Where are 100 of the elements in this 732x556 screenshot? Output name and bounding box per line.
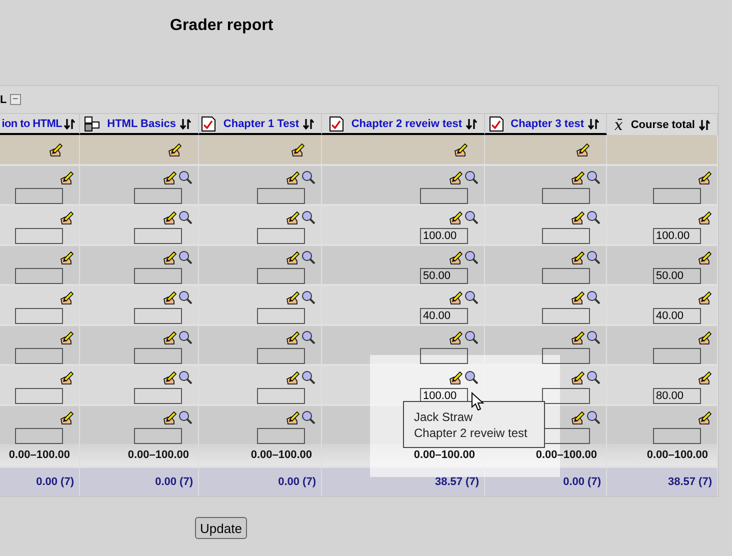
search-icon[interactable] <box>586 330 601 345</box>
search-icon[interactable] <box>301 330 316 345</box>
grade-field[interactable] <box>134 188 182 204</box>
search-icon[interactable] <box>301 290 316 305</box>
grade-field[interactable] <box>257 388 305 404</box>
grade-field[interactable] <box>257 428 305 444</box>
grade-field[interactable] <box>15 388 63 404</box>
edit-icon[interactable] <box>570 410 585 425</box>
search-icon[interactable] <box>301 250 316 265</box>
edit-icon[interactable] <box>59 370 74 385</box>
edit-icon[interactable] <box>697 210 712 225</box>
grade-field[interactable]: 40.00 <box>653 308 701 324</box>
edit-icon[interactable] <box>570 290 585 305</box>
search-icon[interactable] <box>464 170 479 185</box>
update-button[interactable]: Update <box>195 517 247 539</box>
grade-field[interactable] <box>134 388 182 404</box>
grade-field[interactable] <box>420 188 468 204</box>
edit-icon[interactable] <box>697 370 712 385</box>
edit-icon[interactable] <box>285 410 300 425</box>
search-icon[interactable] <box>178 370 193 385</box>
edit-icon[interactable] <box>290 142 305 157</box>
edit-icon[interactable] <box>697 170 712 185</box>
search-icon[interactable] <box>586 370 601 385</box>
grade-field[interactable] <box>653 428 701 444</box>
edit-icon[interactable] <box>570 210 585 225</box>
edit-icon[interactable] <box>167 142 182 157</box>
edit-icon[interactable] <box>59 170 74 185</box>
edit-icon[interactable] <box>48 142 63 157</box>
edit-icon[interactable] <box>59 330 74 345</box>
search-icon[interactable] <box>301 170 316 185</box>
grade-field[interactable] <box>257 228 305 244</box>
edit-icon[interactable] <box>162 370 177 385</box>
search-icon[interactable] <box>464 210 479 225</box>
sort-icon[interactable] <box>303 118 314 130</box>
grade-field[interactable] <box>420 348 468 364</box>
edit-icon[interactable] <box>162 330 177 345</box>
grade-field[interactable] <box>134 268 182 284</box>
search-icon[interactable] <box>178 210 193 225</box>
column-link[interactable]: Chapter 3 test <box>510 118 584 130</box>
grade-field[interactable]: 50.00 <box>653 268 701 284</box>
edit-icon[interactable] <box>59 290 74 305</box>
grade-field[interactable] <box>257 308 305 324</box>
search-icon[interactable] <box>586 250 601 265</box>
search-icon[interactable] <box>178 290 193 305</box>
grade-field[interactable] <box>15 228 63 244</box>
edit-icon[interactable] <box>448 210 463 225</box>
edit-icon[interactable] <box>285 250 300 265</box>
edit-icon[interactable] <box>570 330 585 345</box>
sort-icon[interactable] <box>588 118 599 130</box>
grade-field[interactable] <box>542 268 590 284</box>
grade-field[interactable] <box>134 348 182 364</box>
edit-icon[interactable] <box>162 210 177 225</box>
edit-icon[interactable] <box>285 210 300 225</box>
edit-icon[interactable] <box>570 170 585 185</box>
search-icon[interactable] <box>301 410 316 425</box>
column-link[interactable]: Chapter 1 Test <box>223 118 299 130</box>
sort-icon[interactable] <box>466 118 477 130</box>
column-link[interactable]: Chapter 2 reveiw test <box>351 118 462 130</box>
edit-icon[interactable] <box>453 142 468 157</box>
search-icon[interactable] <box>464 250 479 265</box>
collapse-button[interactable]: − <box>10 94 21 105</box>
search-icon[interactable] <box>178 250 193 265</box>
edit-icon[interactable] <box>162 290 177 305</box>
edit-icon[interactable] <box>575 142 590 157</box>
grade-field[interactable] <box>542 228 590 244</box>
sort-icon[interactable] <box>180 118 191 130</box>
grade-field[interactable] <box>542 188 590 204</box>
grade-field[interactable] <box>15 188 63 204</box>
sort-icon[interactable] <box>64 118 75 130</box>
edit-icon[interactable] <box>285 370 300 385</box>
grade-field[interactable] <box>134 308 182 324</box>
edit-icon[interactable] <box>285 170 300 185</box>
edit-icon[interactable] <box>448 370 463 385</box>
search-icon[interactable] <box>586 210 601 225</box>
search-icon[interactable] <box>301 370 316 385</box>
search-icon[interactable] <box>178 410 193 425</box>
edit-icon[interactable] <box>697 290 712 305</box>
grade-field[interactable] <box>542 308 590 324</box>
grade-field[interactable] <box>542 348 590 364</box>
sort-icon[interactable] <box>699 118 710 130</box>
grade-field[interactable]: 50.00 <box>420 268 468 284</box>
grade-field[interactable] <box>15 268 63 284</box>
edit-icon[interactable] <box>448 330 463 345</box>
grade-field[interactable] <box>257 348 305 364</box>
search-icon[interactable] <box>586 290 601 305</box>
edit-icon[interactable] <box>162 410 177 425</box>
grade-field[interactable] <box>257 188 305 204</box>
grade-field[interactable] <box>15 348 63 364</box>
search-icon[interactable] <box>464 370 479 385</box>
edit-icon[interactable] <box>59 250 74 265</box>
grade-field[interactable]: 100.00 <box>420 388 468 404</box>
grade-field[interactable] <box>15 308 63 324</box>
search-icon[interactable] <box>301 210 316 225</box>
grade-field[interactable] <box>134 228 182 244</box>
edit-icon[interactable] <box>162 170 177 185</box>
grade-field[interactable]: 80.00 <box>653 388 701 404</box>
edit-icon[interactable] <box>570 250 585 265</box>
grade-field[interactable] <box>653 348 701 364</box>
search-icon[interactable] <box>178 170 193 185</box>
grade-field[interactable] <box>257 268 305 284</box>
